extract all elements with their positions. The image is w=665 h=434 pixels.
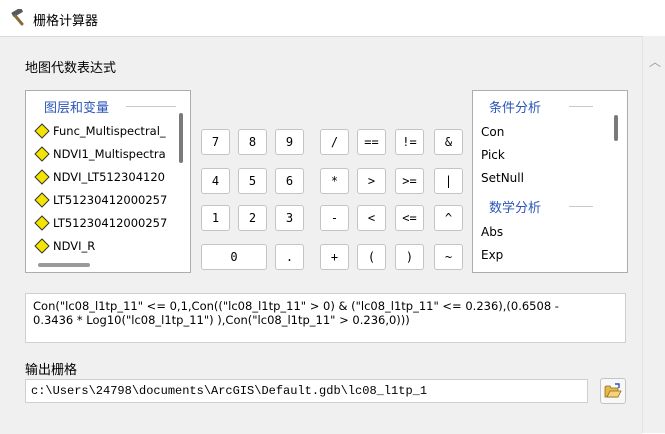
layer-item[interactable]: LT51230412000257 xyxy=(34,190,176,210)
key-8-button[interactable]: 8 xyxy=(238,129,267,155)
greater-equal-button[interactable]: >= xyxy=(395,168,424,194)
conditional-group-divider xyxy=(569,106,593,107)
chevron-up-icon[interactable]: ︿ xyxy=(648,56,662,68)
window-title: 栅格计算器 xyxy=(33,14,99,29)
key-4-button[interactable]: 4 xyxy=(201,168,230,194)
math-group-divider xyxy=(569,206,593,207)
expression-line-1: Con("lc08_l1tp_11" <= 0,1,Con(("lc08_l1t… xyxy=(33,299,559,313)
layer-item[interactable]: NDVI_LT512304120 xyxy=(34,167,176,187)
less-than-button[interactable]: < xyxy=(357,205,386,231)
expression-section-label: 地图代数表达式 xyxy=(25,61,117,76)
layer-item[interactable]: NDVI_R xyxy=(34,236,176,256)
key-5-button[interactable]: 5 xyxy=(238,168,267,194)
layer-label: NDVI1_Multispectra xyxy=(53,147,166,161)
expression-line-2: 0.3436 * Log10("lc08_l1tp_11") ),Con("lc… xyxy=(33,313,410,327)
less-equal-button[interactable]: <= xyxy=(395,205,424,231)
plus-button[interactable]: + xyxy=(320,244,349,270)
layer-label: Func_Multispectral_ xyxy=(53,124,166,138)
output-raster-label: 输出栅格 xyxy=(25,363,78,378)
title-bar: 栅格计算器 xyxy=(0,0,665,36)
output-raster-input[interactable]: c:\Users\24798\documents\ArcGIS\Default.… xyxy=(25,379,588,403)
equal-button[interactable]: == xyxy=(357,129,386,155)
power-button[interactable]: ^ xyxy=(434,205,463,231)
greater-than-button[interactable]: > xyxy=(357,168,386,194)
layers-list[interactable]: 图层和变量 Func_Multispectral_ NDVI1_Multispe… xyxy=(25,90,191,273)
layers-heading-divider xyxy=(126,106,176,107)
or-button[interactable]: | xyxy=(434,168,463,194)
key-3-button[interactable]: 3 xyxy=(275,205,304,231)
function-item-pick[interactable]: Pick xyxy=(481,148,505,162)
open-paren-button[interactable]: ( xyxy=(357,244,386,270)
functions-list[interactable]: 条件分析 Con Pick SetNull 数学分析 Abs Exp xyxy=(472,90,628,273)
layer-label: LT51230412000257 xyxy=(53,193,168,207)
not-button[interactable]: ~ xyxy=(434,244,463,270)
browse-button[interactable] xyxy=(600,378,626,404)
diamond-layer-icon xyxy=(34,215,50,231)
diamond-layer-icon xyxy=(34,192,50,208)
expression-editor[interactable]: Con("lc08_l1tp_11" <= 0,1,Con(("lc08_l1t… xyxy=(25,293,626,343)
layers-horizontal-scrollbar[interactable] xyxy=(38,263,90,267)
hammer-icon xyxy=(11,9,24,26)
key-9-button[interactable]: 9 xyxy=(275,129,304,155)
diamond-layer-icon xyxy=(34,169,50,185)
function-item-con[interactable]: Con xyxy=(481,125,504,139)
and-button[interactable]: & xyxy=(434,129,463,155)
decimal-point-button[interactable]: . xyxy=(275,244,304,270)
diamond-layer-icon xyxy=(34,238,50,254)
divide-button[interactable]: / xyxy=(320,129,349,155)
window-scrollbar[interactable]: ︿ xyxy=(642,36,665,433)
diamond-layer-icon xyxy=(34,123,50,139)
functions-vertical-scrollbar[interactable] xyxy=(614,115,618,141)
multiply-button[interactable]: * xyxy=(320,168,349,194)
layer-item[interactable]: Func_Multispectral_ xyxy=(34,121,176,141)
key-1-button[interactable]: 1 xyxy=(201,205,230,231)
key-6-button[interactable]: 6 xyxy=(275,168,304,194)
conditional-group-heading: 条件分析 xyxy=(489,101,542,116)
layers-heading: 图层和变量 xyxy=(44,101,110,116)
layer-label: NDVI_LT512304120 xyxy=(53,170,165,184)
key-2-button[interactable]: 2 xyxy=(238,205,267,231)
layer-label: NDVI_R xyxy=(53,239,96,253)
key-0-button[interactable]: 0 xyxy=(201,244,267,270)
function-item-abs[interactable]: Abs xyxy=(481,225,503,239)
key-7-button[interactable]: 7 xyxy=(201,129,230,155)
function-item-setnull[interactable]: SetNull xyxy=(481,171,524,185)
layer-item[interactable]: LT51230412000257 xyxy=(34,213,176,233)
function-item-exp[interactable]: Exp xyxy=(481,248,503,262)
open-folder-icon xyxy=(604,383,622,398)
layer-label: LT51230412000257 xyxy=(53,216,168,230)
dialog-body: 地图代数表达式 图层和变量 Func_Multispectral_ NDVI1_… xyxy=(0,36,642,434)
close-paren-button[interactable]: ) xyxy=(395,244,424,270)
layers-vertical-scrollbar[interactable] xyxy=(179,113,183,163)
minus-button[interactable]: - xyxy=(320,205,349,231)
math-group-heading: 数学分析 xyxy=(489,201,542,216)
layer-item[interactable]: NDVI1_Multispectra xyxy=(34,144,176,164)
not-equal-button[interactable]: != xyxy=(395,129,424,155)
diamond-layer-icon xyxy=(34,146,50,162)
